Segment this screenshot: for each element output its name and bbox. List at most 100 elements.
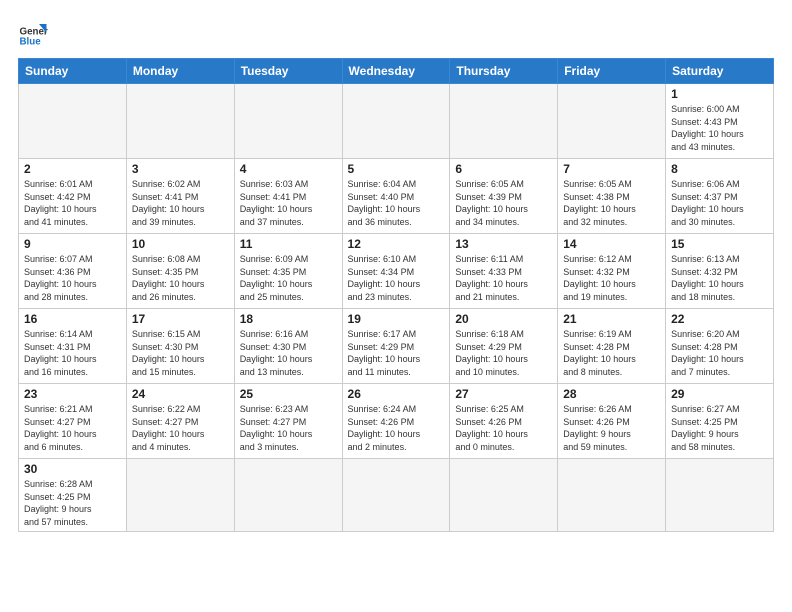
day-number: 27: [455, 387, 552, 401]
calendar-week-row: 30Sunrise: 6:28 AM Sunset: 4:25 PM Dayli…: [19, 459, 774, 532]
day-info: Sunrise: 6:02 AM Sunset: 4:41 PM Dayligh…: [132, 178, 229, 228]
day-number: 24: [132, 387, 229, 401]
day-info: Sunrise: 6:22 AM Sunset: 4:27 PM Dayligh…: [132, 403, 229, 453]
calendar-cell: 8Sunrise: 6:06 AM Sunset: 4:37 PM Daylig…: [666, 159, 774, 234]
calendar-week-row: 1Sunrise: 6:00 AM Sunset: 4:43 PM Daylig…: [19, 84, 774, 159]
calendar-cell: 21 Sunrise: 6:19 AM Sunset: 4:28 PM Dayli…: [558, 309, 666, 384]
weekday-header-friday: Friday: [558, 59, 666, 84]
day-number: 19: [348, 312, 445, 326]
calendar-cell: 4 Sunrise: 6:03 AM Sunset: 4:41 PM Daylig…: [234, 159, 342, 234]
day-info: Sunrise: 6:10 AM Sunset: 4:34 PM Dayligh…: [348, 253, 445, 303]
day-number: 4: [240, 162, 337, 176]
weekday-header-thursday: Thursday: [450, 59, 558, 84]
calendar-cell: 27 Sunrise: 6:25 AM Sunset: 4:26 PM Dayli…: [450, 384, 558, 459]
page: General Blue SundayMondayTuesdayWednesda…: [0, 0, 792, 612]
day-number: 20: [455, 312, 552, 326]
calendar-cell: 23 Sunrise: 6:21 AM Sunset: 4:27 PM Dayli…: [19, 384, 127, 459]
calendar-cell: 10 Sunrise: 6:08 AM Sunset: 4:35 PM Dayli…: [126, 234, 234, 309]
calendar-week-row: 9Sunrise: 6:07 AM Sunset: 4:36 PM Daylig…: [19, 234, 774, 309]
calendar-cell: 20 Sunrise: 6:18 AM Sunset: 4:29 PM Dayli…: [450, 309, 558, 384]
weekday-header-sunday: Sunday: [19, 59, 127, 84]
day-number: 8: [671, 162, 768, 176]
calendar-cell: [234, 84, 342, 159]
calendar: SundayMondayTuesdayWednesdayThursdayFrid…: [18, 58, 774, 532]
day-number: 23: [24, 387, 121, 401]
weekday-header-saturday: Saturday: [666, 59, 774, 84]
calendar-week-row: 2 Sunrise: 6:01 AM Sunset: 4:42 PM Daylig…: [19, 159, 774, 234]
day-info: Sunrise: 6:23 AM Sunset: 4:27 PM Dayligh…: [240, 403, 337, 453]
calendar-cell: 9Sunrise: 6:07 AM Sunset: 4:36 PM Daylig…: [19, 234, 127, 309]
day-info: Sunrise: 6:03 AM Sunset: 4:41 PM Dayligh…: [240, 178, 337, 228]
day-info: Sunrise: 6:24 AM Sunset: 4:26 PM Dayligh…: [348, 403, 445, 453]
calendar-cell: 14Sunrise: 6:12 AM Sunset: 4:32 PM Dayli…: [558, 234, 666, 309]
day-number: 2: [24, 162, 121, 176]
calendar-cell: [666, 459, 774, 532]
calendar-cell: [558, 459, 666, 532]
weekday-header-monday: Monday: [126, 59, 234, 84]
day-number: 3: [132, 162, 229, 176]
calendar-cell: [558, 84, 666, 159]
calendar-cell: 5Sunrise: 6:04 AM Sunset: 4:40 PM Daylig…: [342, 159, 450, 234]
day-number: 18: [240, 312, 337, 326]
calendar-cell: [19, 84, 127, 159]
day-number: 30: [24, 462, 121, 476]
day-info: Sunrise: 6:11 AM Sunset: 4:33 PM Dayligh…: [455, 253, 552, 303]
calendar-cell: [234, 459, 342, 532]
calendar-cell: [126, 84, 234, 159]
day-number: 13: [455, 237, 552, 251]
day-info: Sunrise: 6:05 AM Sunset: 4:39 PM Dayligh…: [455, 178, 552, 228]
day-info: Sunrise: 6:01 AM Sunset: 4:42 PM Dayligh…: [24, 178, 121, 228]
day-info: Sunrise: 6:09 AM Sunset: 4:35 PM Dayligh…: [240, 253, 337, 303]
day-number: 22: [671, 312, 768, 326]
calendar-week-row: 16Sunrise: 6:14 AM Sunset: 4:31 PM Dayli…: [19, 309, 774, 384]
calendar-cell: 22Sunrise: 6:20 AM Sunset: 4:28 PM Dayli…: [666, 309, 774, 384]
day-number: 25: [240, 387, 337, 401]
day-number: 1: [671, 87, 768, 101]
calendar-cell: 25 Sunrise: 6:23 AM Sunset: 4:27 PM Dayli…: [234, 384, 342, 459]
day-number: 28: [563, 387, 660, 401]
day-info: Sunrise: 6:26 AM Sunset: 4:26 PM Dayligh…: [563, 403, 660, 453]
day-info: Sunrise: 6:07 AM Sunset: 4:36 PM Dayligh…: [24, 253, 121, 303]
calendar-cell: [342, 84, 450, 159]
day-info: Sunrise: 6:08 AM Sunset: 4:35 PM Dayligh…: [132, 253, 229, 303]
logo: General Blue: [18, 18, 48, 48]
day-number: 21: [563, 312, 660, 326]
calendar-cell: 3 Sunrise: 6:02 AM Sunset: 4:41 PM Daylig…: [126, 159, 234, 234]
weekday-header-row: SundayMondayTuesdayWednesdayThursdayFrid…: [19, 59, 774, 84]
day-number: 11: [240, 237, 337, 251]
calendar-cell: 7Sunrise: 6:05 AM Sunset: 4:38 PM Daylig…: [558, 159, 666, 234]
calendar-cell: [450, 459, 558, 532]
calendar-cell: 30Sunrise: 6:28 AM Sunset: 4:25 PM Dayli…: [19, 459, 127, 532]
day-info: Sunrise: 6:25 AM Sunset: 4:26 PM Dayligh…: [455, 403, 552, 453]
calendar-cell: 26Sunrise: 6:24 AM Sunset: 4:26 PM Dayli…: [342, 384, 450, 459]
calendar-cell: 29Sunrise: 6:27 AM Sunset: 4:25 PM Dayli…: [666, 384, 774, 459]
header: General Blue: [18, 18, 774, 48]
calendar-cell: 16Sunrise: 6:14 AM Sunset: 4:31 PM Dayli…: [19, 309, 127, 384]
day-info: Sunrise: 6:04 AM Sunset: 4:40 PM Dayligh…: [348, 178, 445, 228]
day-info: Sunrise: 6:13 AM Sunset: 4:32 PM Dayligh…: [671, 253, 768, 303]
calendar-cell: [342, 459, 450, 532]
calendar-cell: 18 Sunrise: 6:16 AM Sunset: 4:30 PM Dayli…: [234, 309, 342, 384]
day-number: 6: [455, 162, 552, 176]
day-info: Sunrise: 6:15 AM Sunset: 4:30 PM Dayligh…: [132, 328, 229, 378]
day-info: Sunrise: 6:16 AM Sunset: 4:30 PM Dayligh…: [240, 328, 337, 378]
weekday-header-tuesday: Tuesday: [234, 59, 342, 84]
day-number: 10: [132, 237, 229, 251]
calendar-cell: 24 Sunrise: 6:22 AM Sunset: 4:27 PM Dayli…: [126, 384, 234, 459]
calendar-cell: 1Sunrise: 6:00 AM Sunset: 4:43 PM Daylig…: [666, 84, 774, 159]
day-info: Sunrise: 6:19 AM Sunset: 4:28 PM Dayligh…: [563, 328, 660, 378]
day-number: 14: [563, 237, 660, 251]
day-info: Sunrise: 6:18 AM Sunset: 4:29 PM Dayligh…: [455, 328, 552, 378]
calendar-cell: 12 Sunrise: 6:10 AM Sunset: 4:34 PM Dayli…: [342, 234, 450, 309]
day-info: Sunrise: 6:14 AM Sunset: 4:31 PM Dayligh…: [24, 328, 121, 378]
day-info: Sunrise: 6:21 AM Sunset: 4:27 PM Dayligh…: [24, 403, 121, 453]
day-number: 12: [348, 237, 445, 251]
calendar-cell: 11 Sunrise: 6:09 AM Sunset: 4:35 PM Dayli…: [234, 234, 342, 309]
day-info: Sunrise: 6:17 AM Sunset: 4:29 PM Dayligh…: [348, 328, 445, 378]
svg-text:Blue: Blue: [20, 36, 42, 47]
calendar-cell: [450, 84, 558, 159]
generalblue-logo-icon: General Blue: [18, 18, 48, 48]
calendar-week-row: 23 Sunrise: 6:21 AM Sunset: 4:27 PM Dayli…: [19, 384, 774, 459]
calendar-cell: 15Sunrise: 6:13 AM Sunset: 4:32 PM Dayli…: [666, 234, 774, 309]
calendar-cell: 19 Sunrise: 6:17 AM Sunset: 4:29 PM Dayli…: [342, 309, 450, 384]
